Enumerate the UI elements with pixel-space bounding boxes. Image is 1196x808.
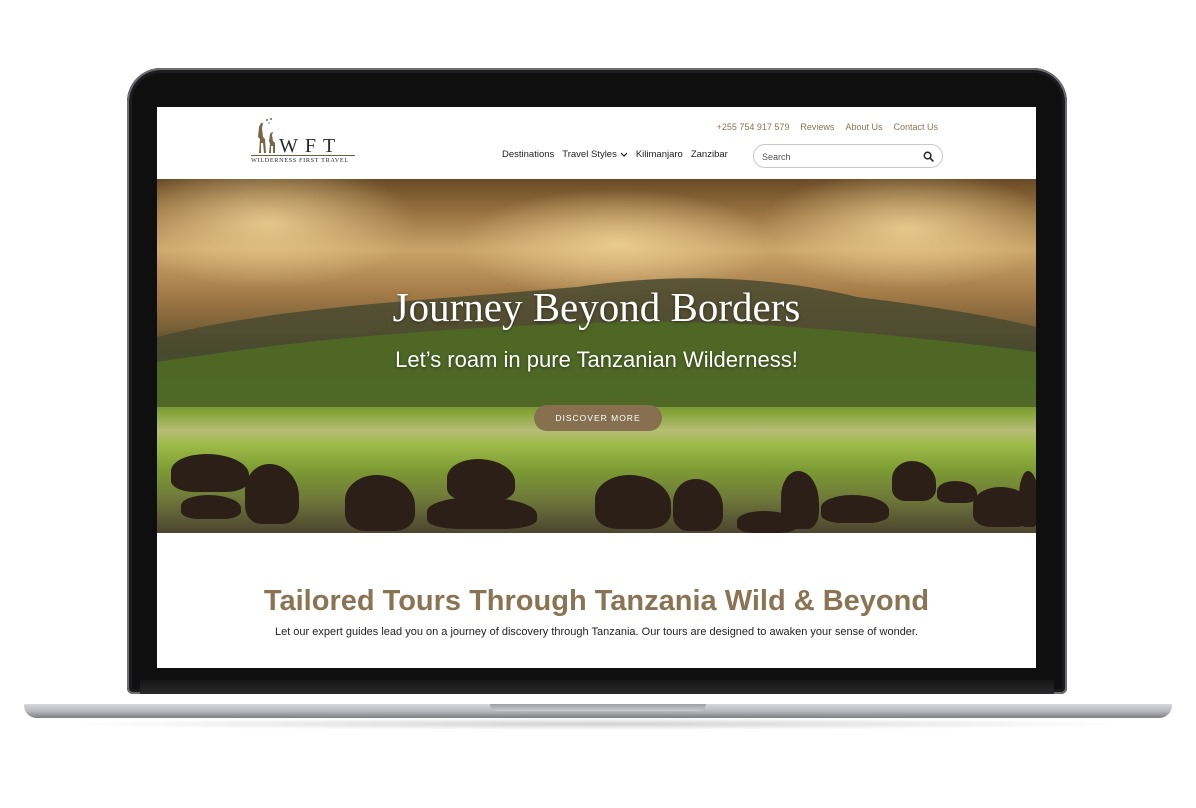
top-links: +255 754 917 579 Reviews About Us Contac…: [717, 122, 938, 132]
intro-heading: Tailored Tours Through Tanzania Wild & B…: [263, 585, 930, 617]
hero-banner: Journey Beyond Borders Let’s roam in pur…: [157, 179, 1036, 533]
laptop-shadow: [60, 718, 1136, 730]
nav-kilimanjaro[interactable]: Kilimanjaro: [636, 149, 683, 160]
hero-subtitle: Let’s roam in pure Tanzanian Wilderness!: [395, 347, 798, 372]
logo[interactable]: WFT WILDERNESS FIRST TRAVEL: [251, 117, 361, 167]
laptop-hinge: [140, 680, 1054, 694]
logo-subtitle: WILDERNESS FIRST TRAVEL: [251, 157, 349, 164]
discover-more-button[interactable]: DISCOVER MORE: [534, 405, 662, 431]
search-box: [753, 144, 943, 168]
about-link[interactable]: About Us: [845, 122, 882, 132]
intro-text: Let our expert guides lead you on a jour…: [274, 626, 919, 638]
chevron-down-icon: [620, 152, 628, 157]
nav-zanzibar[interactable]: Zanzibar: [691, 149, 728, 160]
hero-title: Journey Beyond Borders: [392, 284, 801, 330]
nav-destinations[interactable]: Destinations: [502, 149, 554, 160]
search-input[interactable]: [760, 148, 924, 166]
reviews-link[interactable]: Reviews: [800, 122, 834, 132]
nav-zanzibar-label: Zanzibar: [690, 149, 728, 160]
phone-link[interactable]: +255 754 917 579: [717, 122, 790, 132]
search-icon[interactable]: [923, 151, 934, 162]
laptop-notch: [490, 704, 706, 711]
nav-travel-styles[interactable]: Travel Styles: [562, 149, 628, 160]
nav-kilimanjaro-label: Kilimanjaro: [635, 149, 683, 160]
site-header: WFT WILDERNESS FIRST TRAVEL +255 754 917…: [157, 107, 1036, 179]
giraffe-logo-icon: [258, 118, 275, 153]
logo-divider: [251, 155, 355, 156]
nav-destinations-label: Destinations: [502, 149, 555, 160]
website-screen: WFT WILDERNESS FIRST TRAVEL +255 754 917…: [157, 107, 1036, 668]
contact-link[interactable]: Contact Us: [893, 122, 938, 132]
nav-travel-styles-label: Travel Styles: [562, 149, 617, 160]
main-nav: Destinations Travel Styles Kilimanjaro Z…: [502, 149, 728, 160]
